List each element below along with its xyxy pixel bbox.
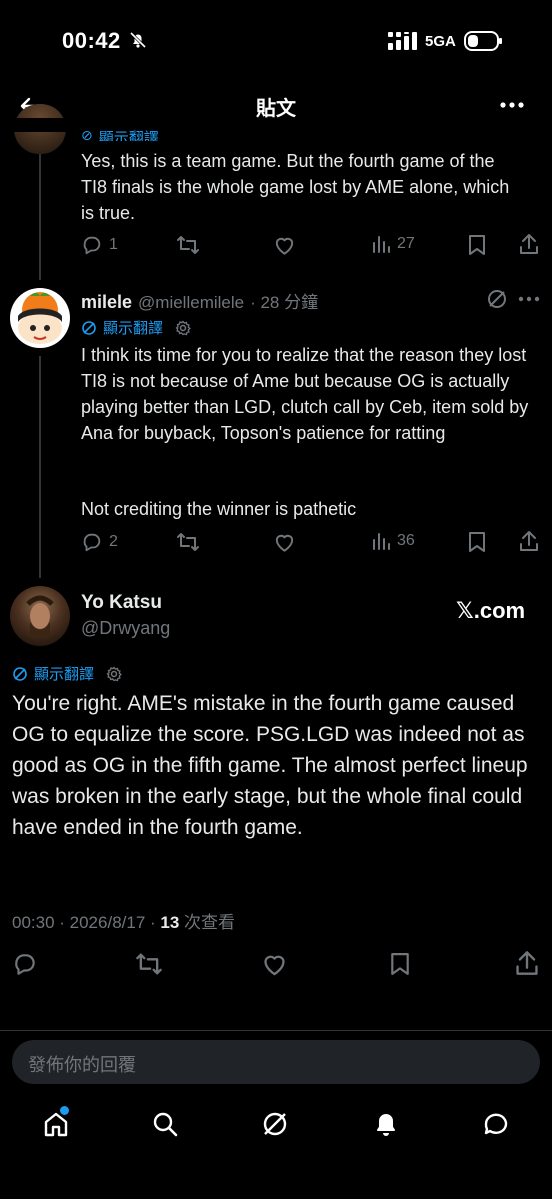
nav-notifications[interactable] <box>372 1110 400 1138</box>
like-button[interactable] <box>261 951 288 977</box>
settings-gear-icon[interactable] <box>106 666 122 682</box>
views-count: 13 <box>160 913 180 932</box>
nav-messages[interactable] <box>482 1110 510 1138</box>
views-count: 36 <box>397 532 415 549</box>
grok-icon[interactable] <box>486 288 508 310</box>
status-time: 00:42 <box>62 28 121 53</box>
reply-icon <box>15 954 35 975</box>
bookmark-icon <box>469 532 485 552</box>
search-icon <box>153 1112 178 1137</box>
post-meta: 00:30 · 2026/8/17 · 13 次查看 <box>12 908 235 933</box>
display-name[interactable]: Yo Katsu <box>81 592 162 614</box>
source-badge: 𝕏.com <box>456 598 526 623</box>
battery-icon <box>464 31 504 51</box>
settings-gear-icon[interactable] <box>175 320 191 336</box>
post-timestamp: 00:30 · 2026/8/17 · <box>12 913 161 932</box>
thread-line <box>39 150 41 280</box>
more-options-icon[interactable] <box>518 296 540 302</box>
repost-button[interactable] <box>135 951 163 977</box>
user-handle[interactable]: @miellemilele <box>138 293 244 313</box>
translate-link[interactable]: ⊘ 顯示翻譯 <box>81 127 159 141</box>
post-text: You're right. AME's mistake in the fourt… <box>12 692 528 839</box>
page-title: 貼文 <box>256 98 296 120</box>
bookmark-icon <box>391 953 409 975</box>
reply-icon <box>83 236 101 255</box>
reply-count: 2 <box>109 533 118 550</box>
repost-button[interactable] <box>176 234 200 256</box>
bell-icon <box>377 1114 395 1136</box>
grok-icon <box>263 1112 287 1136</box>
thread-line <box>39 356 41 578</box>
share-button[interactable] <box>518 530 540 552</box>
notification-dot <box>60 1106 69 1115</box>
signal-icon <box>388 32 420 50</box>
heart-icon <box>264 955 285 976</box>
heart-icon <box>275 237 294 255</box>
views-label: 次查看 <box>179 913 236 932</box>
display-name[interactable]: milele <box>81 292 132 313</box>
views-icon <box>373 533 390 550</box>
share-icon <box>516 951 538 975</box>
translate-icon <box>13 666 27 681</box>
more-options-icon[interactable] <box>500 100 524 110</box>
mute-bell-icon <box>128 30 148 50</box>
translate-link[interactable]: 顯示翻譯 <box>12 663 122 684</box>
nav-grok[interactable] <box>261 1110 289 1138</box>
post-time: · 28 分鐘 <box>250 293 319 312</box>
tweet-text: I think its time for you to realize that… <box>81 345 529 443</box>
repost-icon <box>136 953 162 975</box>
share-icon <box>520 234 538 254</box>
bookmark-button[interactable] <box>467 531 487 553</box>
nav-search[interactable] <box>151 1110 179 1138</box>
avatar[interactable] <box>10 288 70 348</box>
network-type: 5GA <box>425 33 456 50</box>
heart-icon <box>275 534 294 552</box>
translate-icon <box>82 320 96 335</box>
views-count: 27 <box>397 235 415 252</box>
translate-link[interactable]: 顯示翻譯 <box>81 317 191 338</box>
share-icon <box>520 531 538 551</box>
share-button[interactable] <box>514 950 540 976</box>
reply-button[interactable] <box>12 951 38 977</box>
repost-icon <box>177 236 199 254</box>
user-handle[interactable]: @Drwyang <box>81 618 170 639</box>
reply-button[interactable]: 2 <box>81 531 118 553</box>
views-button[interactable]: 27 <box>371 234 415 254</box>
share-button[interactable] <box>518 233 540 255</box>
views-button[interactable]: 36 <box>371 531 415 551</box>
bookmark-icon <box>469 235 485 255</box>
like-button[interactable] <box>273 234 296 256</box>
divider <box>0 1030 552 1031</box>
bookmark-button[interactable] <box>389 951 411 977</box>
repost-button[interactable] <box>176 531 200 553</box>
tweet-text: Yes, this is a team game. But the fourth… <box>81 151 510 223</box>
translate-icon: ⊘ <box>81 127 93 141</box>
reply-count: 1 <box>109 236 118 253</box>
reply-icon <box>83 533 101 552</box>
reply-button[interactable]: 1 <box>81 234 118 256</box>
like-button[interactable] <box>273 531 296 553</box>
views-icon <box>373 236 390 253</box>
chat-bubble-icon <box>484 1113 508 1135</box>
bookmark-button[interactable] <box>467 234 487 256</box>
repost-icon <box>177 533 199 551</box>
tweet-text: Not crediting the winner is pathetic <box>81 499 357 519</box>
reply-input-placeholder: 發佈你的回覆 <box>28 1055 136 1075</box>
avatar[interactable] <box>10 586 70 646</box>
